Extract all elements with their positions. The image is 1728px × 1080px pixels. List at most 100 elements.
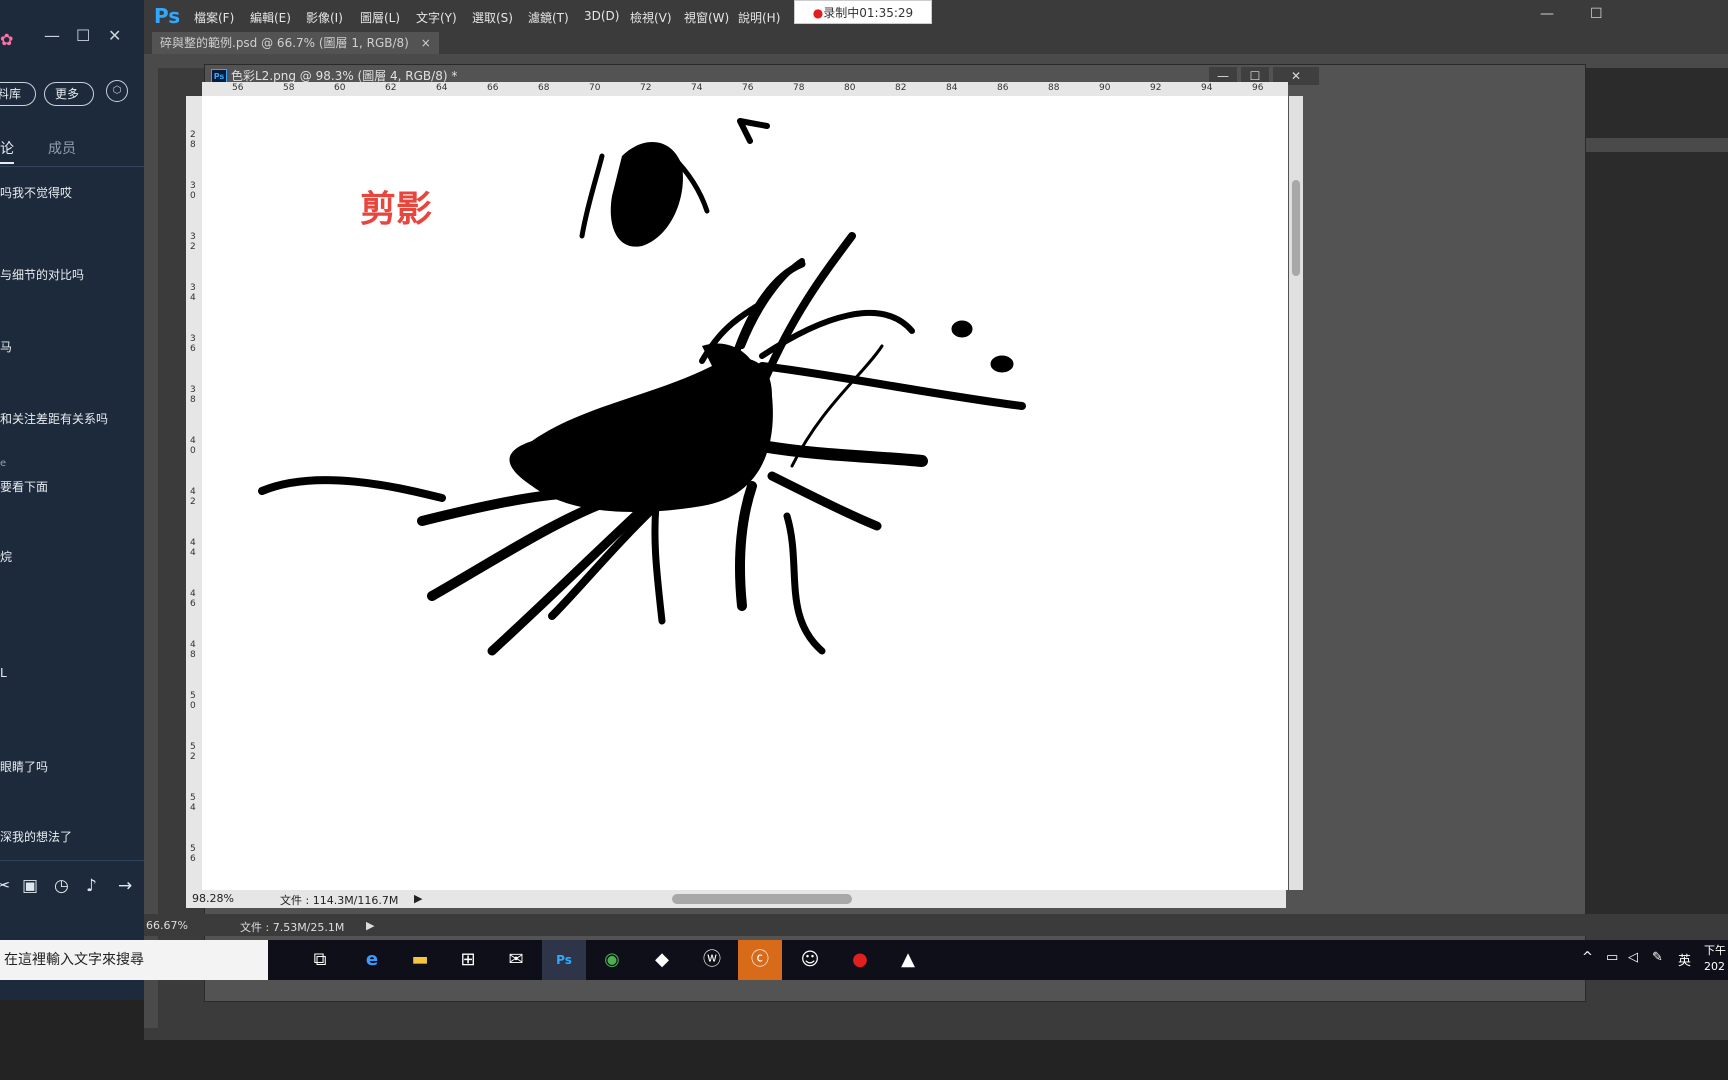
ruler-tick-label: 94 bbox=[1201, 83, 1213, 93]
library-button[interactable]: 料库 bbox=[0, 82, 36, 106]
ruler-tick-label: 38 bbox=[190, 385, 196, 405]
ruler-tick-label: 70 bbox=[589, 83, 601, 93]
list-item[interactable]: L bbox=[0, 666, 7, 680]
menu-help[interactable]: 說明(H) bbox=[738, 9, 780, 26]
clock-icon[interactable]: ◷ bbox=[54, 876, 69, 896]
arrow-right-icon[interactable]: ▶ bbox=[366, 919, 374, 932]
network-icon[interactable]: ▭ bbox=[1606, 950, 1618, 965]
store-icon[interactable]: ⊞ bbox=[446, 940, 490, 980]
ruler-tick-label: 46 bbox=[190, 589, 196, 609]
ruler-tick-label: 90 bbox=[1099, 83, 1111, 93]
menu-type[interactable]: 文字(Y) bbox=[416, 9, 457, 26]
more-button[interactable]: 更多 bbox=[44, 82, 94, 106]
ruler-tick-label: 56 bbox=[232, 83, 244, 93]
chevron-up-icon[interactable]: ^ bbox=[1582, 950, 1593, 965]
task-view-icon[interactable]: ⧉ bbox=[298, 940, 342, 980]
list-item[interactable]: 眼睛了吗 bbox=[0, 758, 48, 775]
tab-members[interactable]: 成员 bbox=[48, 138, 76, 158]
device-icon[interactable]: ◆ bbox=[640, 940, 684, 980]
menu-3d[interactable]: 3D(D) bbox=[584, 9, 619, 23]
ruler-tick-label: 62 bbox=[385, 83, 397, 93]
ruler-tick-label: 56 bbox=[190, 844, 196, 864]
ruler-tick-label: 54 bbox=[190, 793, 196, 813]
ruler-tick-label: 34 bbox=[190, 283, 196, 303]
scissors-icon[interactable]: ✂ bbox=[0, 876, 10, 896]
image-icon[interactable]: ▣ bbox=[22, 876, 38, 896]
settings-icon[interactable]: ⬡ bbox=[106, 80, 128, 102]
recording-time: 录制中01:35:29 bbox=[823, 6, 914, 20]
tab-label: 碎與整的範例.psd @ 66.7% (圖層 1, RGB/8) bbox=[160, 36, 409, 50]
menu-file[interactable]: 檔案(F) bbox=[194, 9, 234, 26]
list-item[interactable]: 马 bbox=[0, 338, 12, 355]
ruler-tick-label: 92 bbox=[1150, 83, 1162, 93]
canvas[interactable]: 剪影 bbox=[202, 96, 1288, 890]
menu-window[interactable]: 視窗(W) bbox=[684, 9, 729, 26]
list-item[interactable]: 与细节的对比吗 bbox=[0, 266, 84, 283]
ruler-tick-label: 40 bbox=[190, 436, 196, 456]
menu-bar: Ps 檔案(F) 編輯(E) 影像(I) 圖層(L) 文字(Y) 選取(S) 濾… bbox=[144, 0, 1728, 32]
record-dot-icon: ● bbox=[812, 6, 824, 20]
app-w-icon[interactable]: ⓦ bbox=[690, 940, 734, 980]
maximize-icon[interactable]: ☐ bbox=[1590, 6, 1603, 22]
photoshop-app-icon[interactable]: Ps bbox=[542, 940, 586, 980]
arrow-right-icon[interactable]: ▶ bbox=[414, 892, 422, 905]
tab-document[interactable]: 碎與整的範例.psd @ 66.7% (圖層 1, RGB/8) × bbox=[152, 32, 439, 54]
list-item[interactable]: 要看下面 bbox=[0, 478, 48, 495]
close-icon[interactable]: ✕ bbox=[108, 26, 121, 45]
ruler-tick-label: 86 bbox=[997, 83, 1009, 93]
list-item[interactable]: 和关注差距有关系吗 bbox=[0, 410, 108, 427]
chrome-icon[interactable]: ◉ bbox=[590, 940, 634, 980]
pen-icon[interactable]: ✎ bbox=[1652, 950, 1663, 965]
ruler-tick-label: 60 bbox=[334, 83, 346, 93]
menu-image[interactable]: 影像(I) bbox=[306, 9, 343, 26]
arrow-right-icon[interactable]: → bbox=[118, 876, 132, 896]
search-input[interactable]: 在這裡輸入文字來搜尋 bbox=[0, 940, 268, 980]
minimize-icon[interactable]: — bbox=[1540, 6, 1554, 22]
photos-icon[interactable]: ▲ bbox=[886, 940, 930, 980]
ruler-tick-label: 96 bbox=[1252, 83, 1264, 93]
vertical-scrollbar[interactable] bbox=[1289, 96, 1303, 890]
list-item[interactable]: 烷 bbox=[0, 548, 12, 565]
document-ruler-vertical: 28 30 32 34 36 38 40 42 44 46 48 50 52 54 56 bbox=[186, 96, 202, 890]
chat-toolbar: ✂ ▣ ◷ ♪ → bbox=[0, 876, 144, 906]
edge-icon[interactable]: e bbox=[350, 940, 394, 980]
menu-filter[interactable]: 濾鏡(T) bbox=[528, 9, 569, 26]
scroll-thumb[interactable] bbox=[1292, 180, 1300, 276]
main-zoom[interactable]: 66.67% bbox=[146, 919, 188, 932]
mail-icon[interactable]: ✉ bbox=[494, 940, 538, 980]
app-c-icon[interactable]: ⓒ bbox=[738, 940, 782, 980]
bell-icon[interactable]: ♪ bbox=[86, 876, 97, 896]
file-explorer-icon[interactable]: ▬ bbox=[398, 940, 442, 980]
close-icon[interactable]: × bbox=[421, 36, 431, 50]
menu-layer[interactable]: 圖層(L) bbox=[360, 9, 400, 26]
maximize-icon[interactable]: ☐ bbox=[76, 26, 90, 45]
horizontal-scroll-thumb[interactable] bbox=[672, 894, 852, 904]
system-tray: ^ ▭ ◁ ✎ 英 下午 202 bbox=[1430, 940, 1728, 980]
list-item[interactable]: 吗我不觉得哎 bbox=[0, 184, 72, 201]
chat-logo-icon: ✿ bbox=[0, 30, 14, 49]
doc-zoom[interactable]: 98.28% bbox=[192, 892, 234, 905]
volume-icon[interactable]: ◁ bbox=[1628, 950, 1638, 965]
avatar-app-icon[interactable]: ☺ bbox=[788, 940, 832, 980]
menu-select[interactable]: 選取(S) bbox=[472, 9, 513, 26]
menu-edit[interactable]: 編輯(E) bbox=[250, 9, 291, 26]
record-icon[interactable]: ● bbox=[838, 940, 882, 980]
ruler-vertical bbox=[144, 68, 158, 1028]
ruler-tick-label: 28 bbox=[190, 130, 196, 150]
ruler-tick-label: 66 bbox=[487, 83, 499, 93]
ruler-tick-label: 74 bbox=[691, 83, 703, 93]
ruler-tick-label: 32 bbox=[190, 232, 196, 252]
ink-splatter-artwork: 剪影 bbox=[258, 118, 1026, 656]
clock-time[interactable]: 下午 bbox=[1704, 942, 1726, 958]
photoshop-logo-icon: Ps bbox=[154, 4, 181, 28]
photoshop-status-bar: 66.67% 文件 : 7.53M/25.1M ▶ bbox=[144, 914, 1728, 936]
recording-indicator: ●录制中01:35:29 bbox=[794, 0, 932, 24]
menu-view[interactable]: 檢視(V) bbox=[630, 9, 672, 26]
ruler-tick-label: 36 bbox=[190, 334, 196, 354]
clock-date[interactable]: 202 bbox=[1704, 960, 1725, 973]
tab-discussion[interactable]: 论 bbox=[0, 138, 14, 164]
list-item[interactable]: 深我的想法了 bbox=[0, 828, 72, 845]
language-indicator[interactable]: 英 bbox=[1678, 950, 1691, 969]
list-item: e bbox=[0, 458, 7, 469]
minimize-icon[interactable]: — bbox=[44, 26, 60, 45]
